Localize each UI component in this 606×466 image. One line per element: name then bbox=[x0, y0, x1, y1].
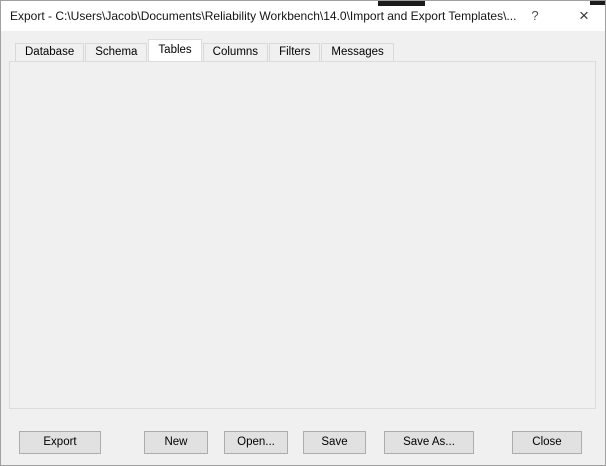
tab[interactable]: Messages bbox=[321, 43, 393, 61]
window-title: Export - C:\Users\Jacob\Documents\Reliab… bbox=[10, 1, 516, 31]
close-button[interactable]: Close bbox=[512, 431, 582, 454]
tab[interactable]: Filters bbox=[269, 43, 320, 61]
tab[interactable]: Columns bbox=[203, 43, 268, 61]
tab-label: Schema bbox=[95, 46, 137, 58]
save-as-button[interactable]: Save As... bbox=[384, 431, 474, 454]
tab[interactable]: Schema bbox=[85, 43, 147, 61]
close-icon[interactable]: × bbox=[561, 1, 606, 31]
tab-page-tables bbox=[9, 61, 596, 409]
tab-label: Filters bbox=[279, 46, 310, 58]
background-window-fragment bbox=[590, 1, 606, 5]
help-button[interactable]: ? bbox=[513, 1, 557, 31]
tab-label: Columns bbox=[213, 46, 258, 58]
tab-strip: Database Schema Tables Columns Filters M… bbox=[15, 40, 395, 61]
save-button[interactable]: Save bbox=[303, 431, 366, 454]
open-button[interactable]: Open... bbox=[224, 431, 288, 454]
title-bar: Export - C:\Users\Jacob\Documents\Reliab… bbox=[1, 1, 605, 31]
tab-label: Messages bbox=[331, 46, 383, 58]
tab-label: Database bbox=[25, 46, 74, 58]
tab-label: Tables bbox=[158, 44, 191, 56]
background-window-fragment bbox=[378, 1, 425, 6]
export-button[interactable]: Export bbox=[19, 431, 101, 454]
tab[interactable]: Database bbox=[15, 43, 84, 61]
tab[interactable]: Tables bbox=[148, 39, 201, 61]
export-dialog: Export - C:\Users\Jacob\Documents\Reliab… bbox=[0, 0, 606, 466]
new-button[interactable]: New bbox=[144, 431, 208, 454]
